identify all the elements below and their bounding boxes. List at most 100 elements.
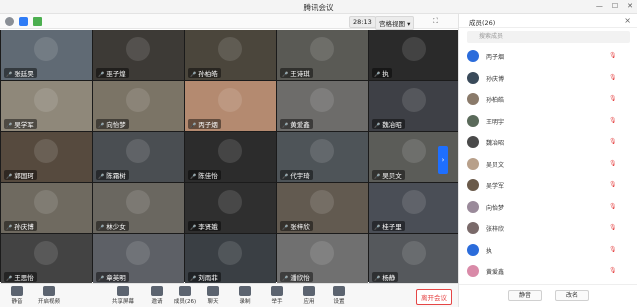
video-tile[interactable]: 杨静 — [369, 234, 460, 284]
participant-name: 潘欣怡 — [280, 272, 313, 282]
video-tile[interactable]: 陈霜树 — [93, 132, 184, 182]
member-row[interactable]: 魏冶昭 🎙 — [459, 133, 637, 153]
record-icon — [239, 286, 251, 296]
member-row[interactable]: 向怡梦 🎙 — [459, 198, 637, 218]
minimize-icon[interactable]: — — [596, 2, 603, 10]
apps-icon — [303, 286, 315, 296]
close-panel-icon[interactable]: × — [624, 16, 631, 25]
mute-all-button[interactable]: 静音 — [508, 290, 542, 301]
video-tile[interactable]: 代宇琦 — [277, 132, 368, 182]
participant-avatar — [34, 241, 58, 265]
member-row[interactable]: 王明宇 🎙 — [459, 112, 637, 132]
member-row[interactable]: 吴贝文 🎙 — [459, 155, 637, 175]
participant-name: 张梓欣 — [280, 221, 313, 231]
muted-mic-icon[interactable]: 🎙 — [609, 74, 617, 81]
muted-mic-icon[interactable]: 🎙 — [609, 138, 617, 145]
toolbar-button-label: 聊天 — [207, 299, 219, 305]
video-tile[interactable]: 黄爱鑫 — [277, 81, 368, 131]
video-tile[interactable]: 王思怡 — [1, 234, 92, 284]
muted-mic-icon[interactable]: 🎙 — [609, 52, 617, 59]
video-tile[interactable]: 张梓欣 — [277, 183, 368, 233]
video-tile[interactable]: 魏冶昭 — [369, 81, 460, 131]
video-tile[interactable]: 吴学军 — [1, 81, 92, 131]
video-tile[interactable]: 章英明 — [93, 234, 184, 284]
toolbar-button-6[interactable]: 聊天 — [200, 286, 226, 305]
member-search-input[interactable]: 搜索成员 — [467, 31, 630, 43]
shield-icon[interactable] — [19, 17, 28, 26]
member-row[interactable]: 丙子烟 🎙 — [459, 47, 637, 67]
member-row[interactable]: 孙庆博 🎙 — [459, 69, 637, 89]
participant-name: 林少女 — [96, 221, 129, 231]
toolbar-button-5[interactable]: 成员(26) — [172, 286, 198, 305]
close-icon[interactable]: ✕ — [627, 2, 633, 10]
signal-icon[interactable] — [33, 17, 42, 26]
participant-avatar — [34, 190, 58, 214]
participant-name: 执 — [372, 68, 392, 78]
video-tile[interactable]: 孙庆博 — [1, 183, 92, 233]
member-row[interactable]: 黄爱鑫 🎙 — [459, 262, 637, 282]
participant-avatar — [34, 37, 58, 61]
participant-avatar — [126, 37, 150, 61]
muted-mic-icon[interactable]: 🎙 — [609, 224, 617, 231]
participant-avatar — [126, 139, 150, 163]
video-tile[interactable]: 巫子煌 — [93, 30, 184, 80]
next-page-button[interactable]: › — [438, 146, 448, 174]
leave-meeting-button[interactable]: 离开会议 — [416, 289, 452, 305]
participant-name: 丙子烟 — [188, 119, 221, 129]
video-tile[interactable]: 丙子烟 — [185, 81, 276, 131]
toolbar-button-1[interactable]: 静音 — [4, 286, 30, 305]
muted-mic-icon[interactable]: 🎙 — [609, 181, 617, 188]
toolbar-button-3[interactable]: 共享屏幕 — [110, 286, 136, 305]
video-tile[interactable]: 张廷昊 — [1, 30, 92, 80]
video-tile[interactable]: 桂子里 — [369, 183, 460, 233]
video-tile[interactable]: 向怡梦 — [93, 81, 184, 131]
toolbar-button-9[interactable]: 应用 — [296, 286, 322, 305]
members-panel-title: 成员(26) — [469, 19, 496, 27]
member-row[interactable]: 执 🎙 — [459, 241, 637, 261]
muted-mic-icon[interactable]: 🎙 — [609, 117, 617, 124]
toolbar-button-2[interactable]: 开启视频 — [36, 286, 62, 305]
video-tile[interactable]: 潘欣怡 — [277, 234, 368, 284]
member-name: 向怡梦 — [486, 204, 505, 212]
toolbar-button-4[interactable]: 邀请 — [144, 286, 170, 305]
member-name: 黄爱鑫 — [486, 269, 505, 276]
member-avatar — [467, 200, 479, 213]
video-tile[interactable]: 王诗琪 — [277, 30, 368, 80]
member-avatar — [467, 265, 479, 277]
rename-button[interactable]: 改名 — [555, 290, 589, 301]
member-row[interactable]: 孙柏皓 🎙 — [459, 90, 637, 110]
info-icon[interactable] — [5, 17, 14, 26]
member-name: 张梓欣 — [486, 226, 505, 233]
muted-mic-icon[interactable]: 🎙 — [609, 203, 617, 210]
video-tile[interactable]: 刘雨菲 — [185, 234, 276, 284]
toolbar-button-8[interactable]: 举手 — [264, 286, 290, 305]
participant-name: 陈佳怡 — [188, 170, 221, 180]
muted-mic-icon[interactable]: 🎙 — [609, 267, 617, 274]
video-tile[interactable]: 孙柏皓 — [185, 30, 276, 80]
video-tile[interactable]: 执 — [369, 30, 460, 80]
video-tile[interactable]: 林少女 — [93, 183, 184, 233]
toolbar-button-7[interactable]: 录制 — [232, 286, 258, 305]
video-tile[interactable]: 李贤娥 — [185, 183, 276, 233]
participant-name: 杨静 — [372, 272, 399, 282]
participant-avatar — [310, 190, 334, 214]
video-tile[interactable]: 陈佳怡 — [185, 132, 276, 182]
member-avatar — [467, 243, 479, 256]
muted-mic-icon[interactable]: 🎙 — [609, 246, 617, 253]
maximize-icon[interactable]: ☐ — [612, 2, 618, 10]
muted-mic-icon[interactable]: 🎙 — [609, 95, 617, 102]
video-tile[interactable]: 郭国珂 — [1, 132, 92, 182]
toolbar-button-10[interactable]: 设置 — [326, 286, 352, 305]
member-avatar — [467, 136, 479, 148]
member-row[interactable]: 吴学军 🎙 — [459, 176, 637, 196]
participant-name: 向怡梦 — [96, 119, 129, 129]
fullscreen-icon[interactable]: ⛶ — [433, 17, 438, 26]
meeting-timer: 28:13 — [349, 16, 376, 28]
member-row[interactable]: 张梓欣 🎙 — [459, 219, 637, 239]
toolbar-button-label: 应用 — [303, 299, 315, 305]
member-avatar — [467, 93, 479, 105]
muted-mic-icon[interactable]: 🎙 — [609, 160, 617, 167]
participant-name: 黄爱鑫 — [280, 119, 313, 129]
view-mode-toggle[interactable]: 宫格视图 ▾ — [375, 16, 415, 30]
participant-avatar — [402, 139, 426, 163]
